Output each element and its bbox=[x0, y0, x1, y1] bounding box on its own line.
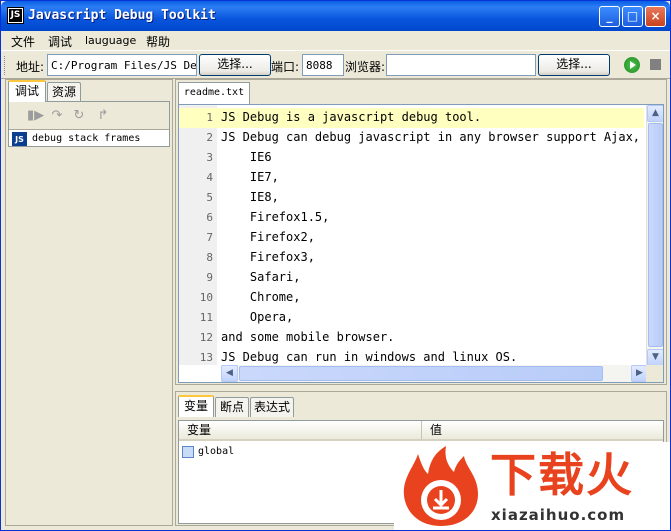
browser-choose-button[interactable]: 选择... bbox=[538, 54, 610, 76]
address-choose-button[interactable]: 选择... bbox=[199, 54, 271, 76]
line-number: 10 bbox=[199, 291, 213, 304]
code-line[interactable]: 5 IE8, bbox=[179, 188, 644, 208]
stack-frame-item[interactable]: JS debug stack frames bbox=[12, 132, 168, 147]
app-window: JS Javascript Debug Toolkit _ □ × 文件 调试 … bbox=[0, 0, 671, 531]
line-number: 11 bbox=[199, 311, 213, 324]
line-text: Firefox2, bbox=[221, 230, 315, 244]
line-text: IE8, bbox=[221, 190, 279, 204]
close-icon[interactable]: × bbox=[645, 6, 666, 27]
line-number: 9 bbox=[206, 271, 213, 284]
menu-language[interactable]: lauguage bbox=[85, 34, 136, 47]
code-line[interactable]: 12 and some mobile browser. bbox=[179, 328, 644, 348]
stack-frame-label: debug stack frames bbox=[32, 133, 141, 144]
tab-breakpoints[interactable]: 断点 bbox=[215, 397, 249, 417]
editor-horizontal-scrollbar[interactable]: ◀ ▶ bbox=[221, 365, 648, 382]
flame-logo-icon bbox=[403, 446, 478, 526]
title-bar[interactable]: JS Javascript Debug Toolkit _ □ × bbox=[1, 1, 670, 31]
line-text: JS Debug can debug javascript in any bro… bbox=[221, 130, 662, 144]
line-number: 7 bbox=[206, 231, 213, 244]
tab-expressions[interactable]: 表达式 bbox=[250, 397, 294, 417]
line-number: 6 bbox=[206, 211, 213, 224]
line-text: Opera, bbox=[221, 310, 294, 324]
code-line[interactable]: 6 Firefox1.5, bbox=[179, 208, 644, 228]
menu-file[interactable]: 文件 bbox=[11, 33, 35, 50]
menu-debug[interactable]: 调试 bbox=[48, 33, 72, 50]
tab-debug[interactable]: 调试 bbox=[8, 80, 46, 102]
code-editor[interactable]: 1 JS Debug is a javascript debug tool. 2J… bbox=[178, 104, 664, 383]
code-line[interactable]: 4 IE7, bbox=[179, 168, 644, 188]
line-text: JS Debug is a javascript debug tool. bbox=[221, 110, 482, 124]
code-line[interactable]: 10 Chrome, bbox=[179, 288, 644, 308]
line-number: 12 bbox=[199, 331, 213, 344]
port-label: 端口: bbox=[271, 60, 300, 74]
column-header-variable[interactable]: 变量 bbox=[179, 421, 421, 441]
play-icon[interactable] bbox=[624, 57, 640, 73]
line-number: 3 bbox=[206, 151, 213, 164]
line-number: 4 bbox=[206, 171, 213, 184]
line-number: 2 bbox=[206, 131, 213, 144]
scrollbar-corner bbox=[646, 365, 663, 382]
scroll-up-icon[interactable]: ▲ bbox=[647, 105, 663, 122]
scroll-left-icon[interactable]: ◀ bbox=[221, 365, 238, 382]
app-js-icon: JS bbox=[7, 7, 24, 24]
code-line[interactable]: 7 Firefox2, bbox=[179, 228, 644, 248]
line-number: 8 bbox=[206, 251, 213, 264]
step-into-icon[interactable]: ↻ bbox=[71, 109, 87, 123]
tab-variables[interactable]: 变量 bbox=[178, 395, 214, 417]
line-text: IE7, bbox=[221, 170, 279, 184]
menu-help[interactable]: 帮助 bbox=[146, 33, 170, 50]
line-text: Chrome, bbox=[221, 290, 301, 304]
column-header-value[interactable]: 值 bbox=[421, 421, 663, 441]
browser-label: 浏览器: bbox=[345, 60, 386, 74]
variable-name: global bbox=[198, 446, 235, 457]
code-line[interactable]: 8 Firefox3, bbox=[179, 248, 644, 268]
watermark-url: xiazaihuo.com bbox=[491, 506, 626, 524]
line-text: IE6 bbox=[221, 150, 272, 164]
address-input[interactable]: C:/Program Files/JS Debug bbox=[47, 54, 197, 76]
scroll-down-icon[interactable]: ▼ bbox=[647, 349, 663, 366]
line-text: Firefox1.5, bbox=[221, 210, 330, 224]
minimize-icon[interactable]: _ bbox=[599, 6, 620, 27]
tab-readme[interactable]: readme.txt bbox=[178, 82, 250, 104]
line-number: 1 bbox=[206, 111, 213, 124]
line-text: Safari, bbox=[221, 270, 301, 284]
code-line[interactable]: 2 JS Debug can debug javascript in any br… bbox=[179, 128, 661, 148]
line-text: and some mobile browser. bbox=[221, 330, 395, 344]
debug-toolbar: ▮▶ ↷ ↻ ↱ bbox=[9, 102, 169, 130]
step-out-icon[interactable]: ↱ bbox=[95, 109, 111, 123]
address-label: 地址: bbox=[16, 60, 45, 74]
editor-panel: readme.txt 1 JS Debug is a javascript deb… bbox=[175, 79, 667, 385]
code-line[interactable]: 11 Opera, bbox=[179, 308, 644, 328]
browser-input[interactable] bbox=[386, 54, 536, 76]
variable-object-icon bbox=[182, 446, 194, 458]
tab-resources[interactable]: 资源 bbox=[47, 82, 81, 102]
stack-frame-panel: ▮▶ ↷ ↻ ↱ JS debug stack frames bbox=[8, 101, 170, 147]
horizontal-scroll-thumb[interactable] bbox=[239, 366, 603, 381]
code-line[interactable]: 1 JS Debug is a javascript debug tool. bbox=[179, 108, 644, 128]
toolbar: 地址: C:/Program Files/JS Debug 选择... 端口: … bbox=[1, 50, 670, 79]
toolbar-grip[interactable] bbox=[4, 56, 7, 75]
left-panel: 调试 资源 ▮▶ ↷ ↻ ↱ JS debug stack frames bbox=[5, 79, 173, 526]
editor-vertical-scrollbar[interactable]: ▲ ▼ bbox=[646, 105, 663, 366]
menu-bar: 文件 调试 lauguage 帮助 bbox=[1, 31, 670, 50]
port-input[interactable]: 8088 bbox=[302, 54, 344, 76]
resume-icon[interactable]: ▮▶ bbox=[27, 109, 44, 123]
stop-icon[interactable] bbox=[650, 59, 661, 70]
line-text: JS Debug can run in windows and linux OS… bbox=[221, 350, 518, 364]
code-line[interactable]: 3 IE6 bbox=[179, 148, 644, 168]
maximize-icon[interactable]: □ bbox=[622, 6, 643, 27]
line-text: Firefox3, bbox=[221, 250, 315, 264]
line-number: 5 bbox=[206, 191, 213, 204]
code-line[interactable]: 9 Safari, bbox=[179, 268, 644, 288]
step-over-icon[interactable]: ↷ bbox=[49, 109, 65, 123]
site-watermark: 下载火 xiazaihuo.com bbox=[394, 442, 670, 530]
watermark-brand: 下载火 bbox=[490, 448, 634, 502]
window-title: Javascript Debug Toolkit bbox=[28, 8, 216, 23]
js-file-icon: JS bbox=[12, 132, 27, 146]
line-number: 13 bbox=[199, 351, 213, 364]
vertical-scroll-thumb[interactable] bbox=[648, 123, 663, 347]
